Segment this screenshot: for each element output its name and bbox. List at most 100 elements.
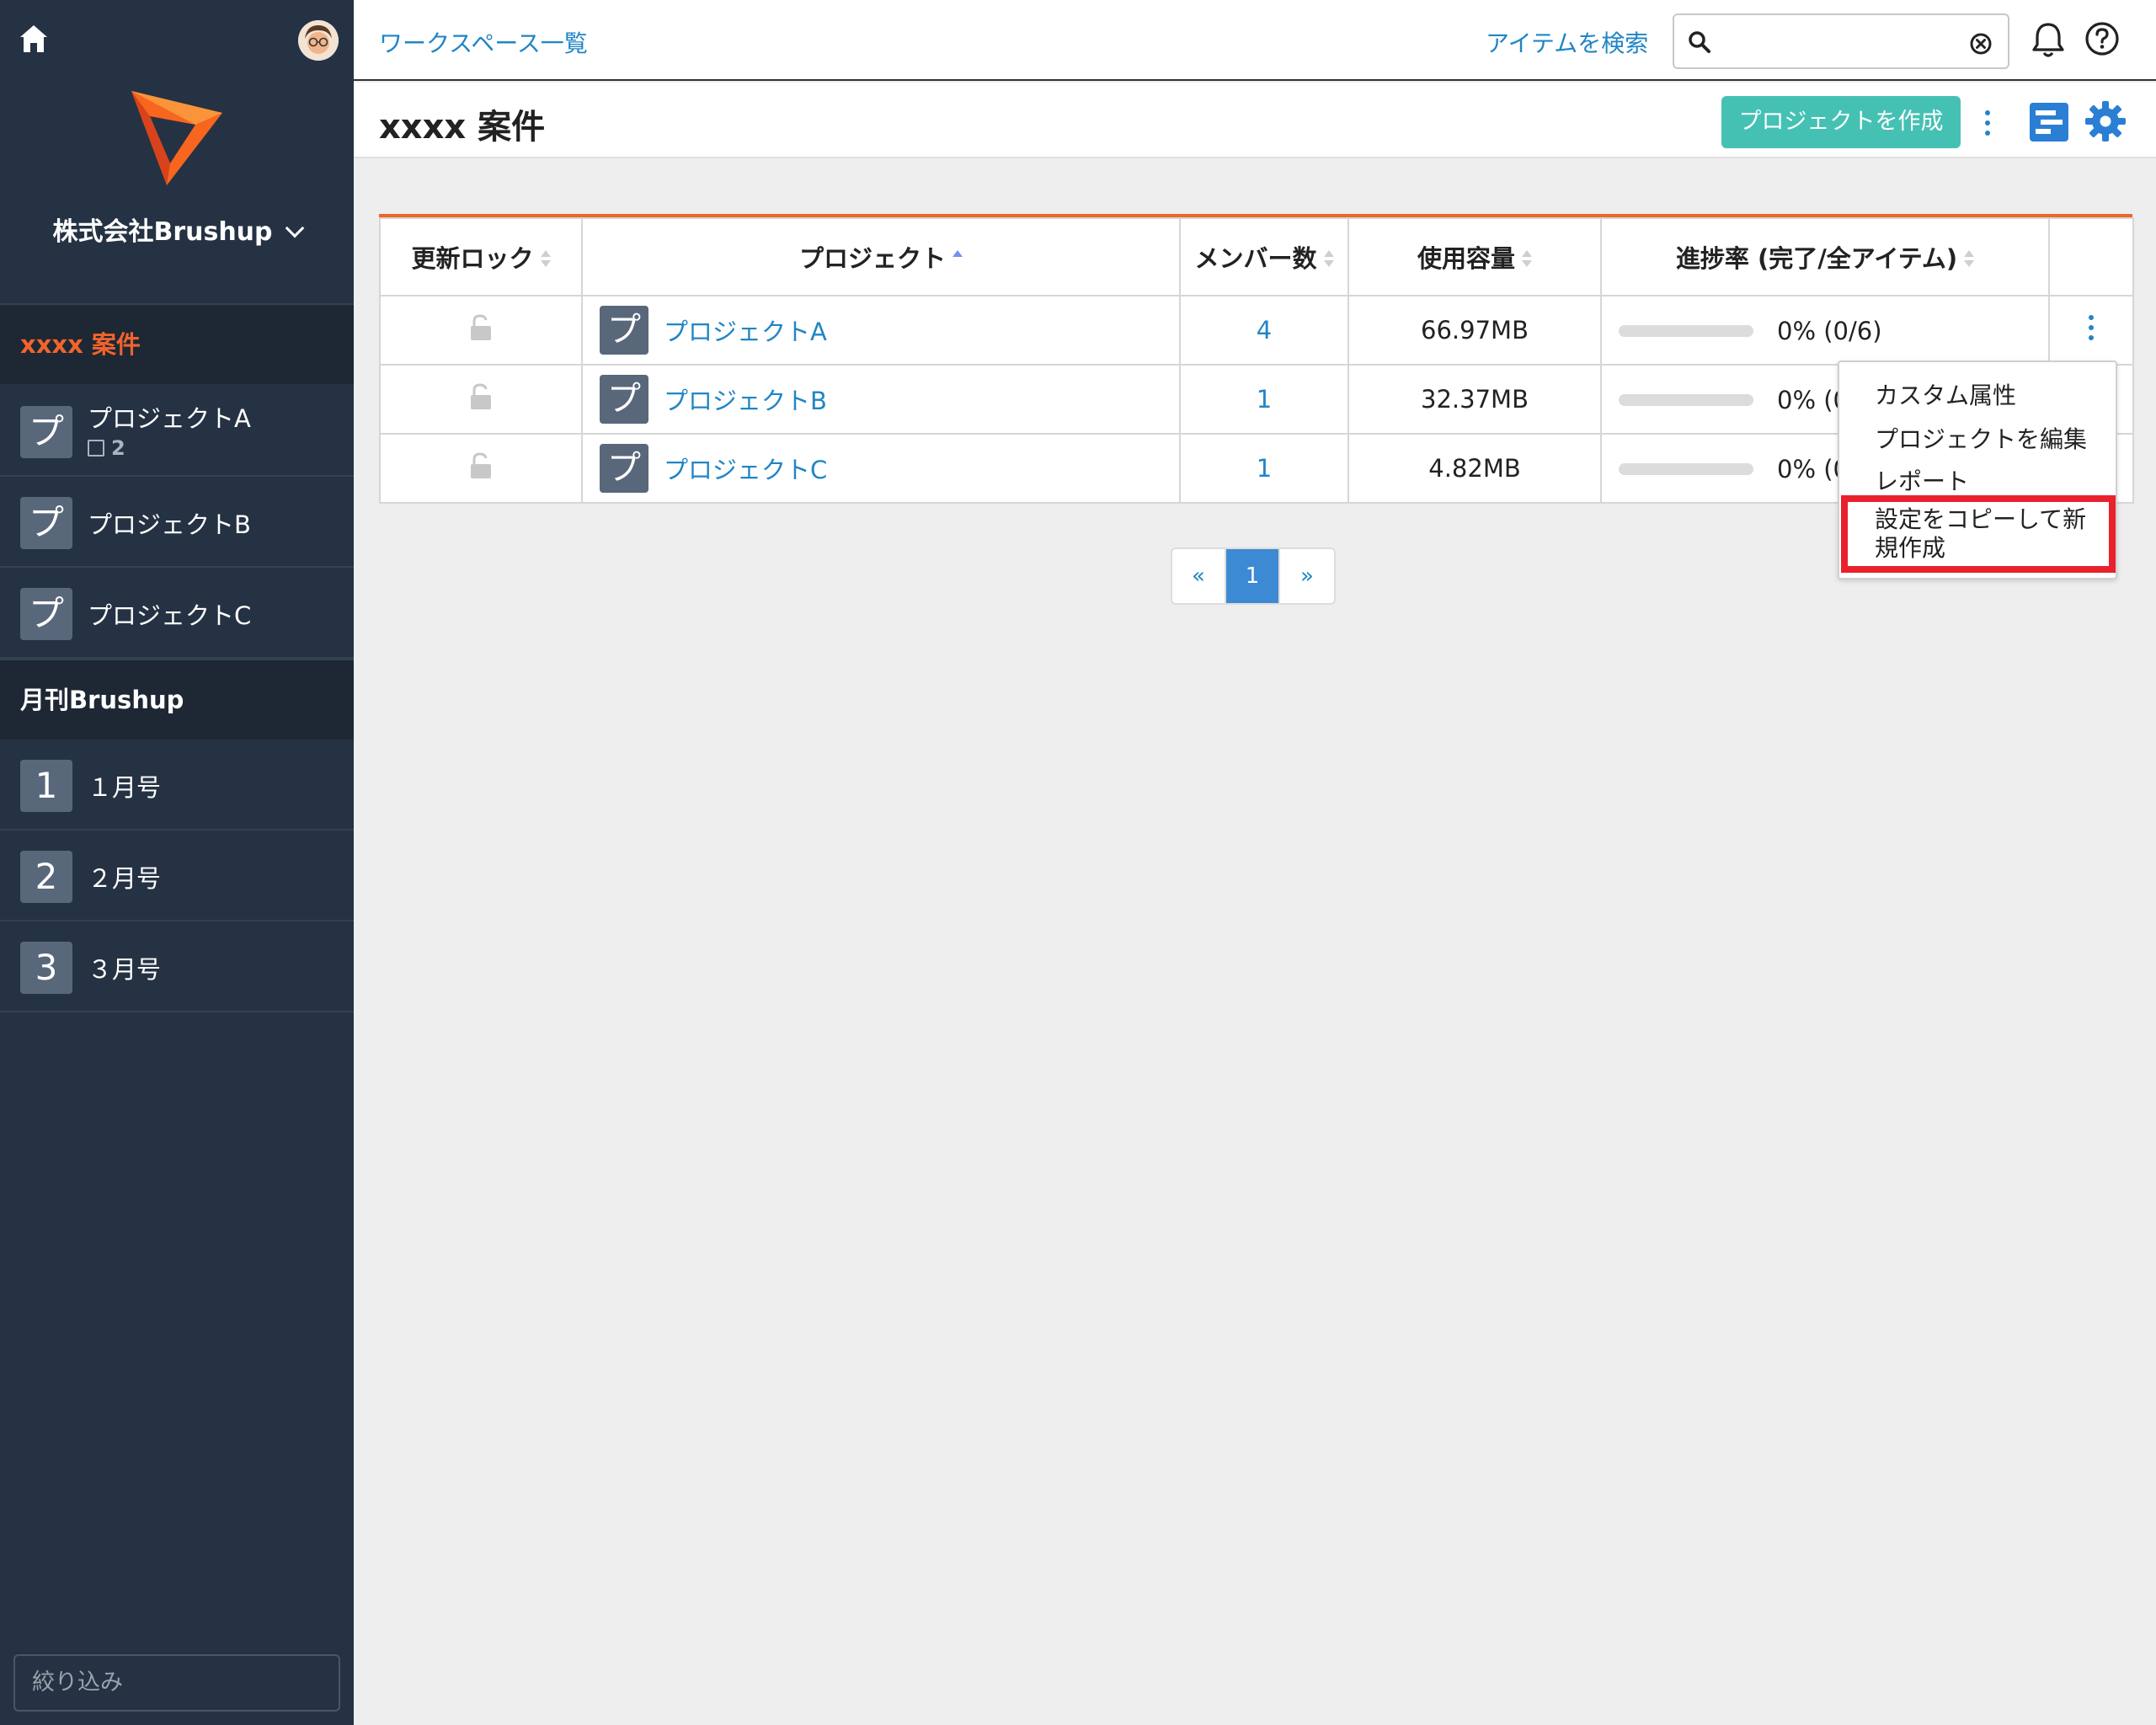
usage-cell: 4.82MB [1348,433,1602,504]
menu-item-copy-settings-line-1: 設定をコピーして新 [1875,505,2087,533]
pagination-prev[interactable]: « [1172,549,1226,603]
members-cell: 1 [1179,364,1349,435]
table-header-row: 更新ロック プロジェクト メンバー数 使用容量 進捗率 (完了/全アイテム) [379,217,2134,296]
menu-item-copy-settings[interactable]: 設定をコピーして新 規作成 [1841,495,2116,573]
sidebar-item-project-a[interactable]: プ プロジェクトA 2 [0,386,354,477]
project-badge: プ [600,444,648,493]
workspace-list-link[interactable]: ワークスペース一覧 [379,25,588,59]
members-link[interactable]: 4 [1257,316,1272,344]
members-cell: 1 [1179,433,1349,504]
more-vertical-icon[interactable] [1979,108,1996,138]
avatar[interactable] [298,20,339,61]
sidebar-item-label: ２月号 [88,864,162,893]
project-badge: プ [20,497,72,549]
project-badge: プ [600,306,648,355]
sidebar-item-label: １月号 [88,773,162,802]
actions-cell [2048,295,2134,366]
page-header: xxxx 案件 プロジェクトを作成 [354,83,2156,158]
lock-cell [379,295,583,366]
members-link[interactable]: 1 [1257,385,1272,414]
sidebar-item-label: プロジェクトB [88,510,251,539]
unlock-icon[interactable] [469,451,493,480]
sidebar-item-count: 2 [88,436,125,460]
chevron-down-icon [285,218,304,238]
unlock-icon[interactable] [469,313,493,342]
column-header-project[interactable]: プロジェクト [581,217,1181,296]
project-badge: プ [20,588,72,640]
project-cell: ププロジェクトA [581,295,1181,366]
more-vertical-icon[interactable] [2087,313,2095,342]
bell-icon[interactable] [2030,20,2067,59]
pagination-current[interactable]: 1 [1226,549,1280,603]
unlock-icon[interactable] [469,382,493,411]
menu-item-copy-settings-line-2: 規作成 [1875,534,1946,562]
sort-icon [1964,250,1975,269]
lock-cell [379,433,583,504]
sort-asc-icon [953,250,963,269]
project-badge: プ [20,406,72,458]
sidebar-item-jan[interactable]: 1 １月号 [0,740,354,830]
project-link[interactable]: プロジェクトA [664,318,827,346]
members-link[interactable]: 1 [1257,454,1272,483]
table-row: ププロジェクトA 4 66.97MB 0% (0/6) [379,295,2134,366]
brushup-logo [131,91,222,185]
search-icon [1689,31,1710,53]
sidebar-item-label: ３月号 [88,955,162,984]
sidebar-filter-input[interactable]: 絞り込み [13,1654,340,1712]
pagination: « 1 » [1171,547,1336,605]
menu-item-edit-project[interactable]: プロジェクトを編集 [1875,421,2087,455]
project-cell: ププロジェクトB [581,364,1181,435]
sidebar: 株式会社Brushup xxxx 案件 プ プロジェクトA 2 プ プロジェクト… [0,0,354,1725]
search-input[interactable] [1673,13,2009,69]
clear-icon[interactable] [1969,32,1993,56]
sidebar-item-label: プロジェクトC [88,601,252,630]
org-switcher[interactable]: 株式会社Brushup [0,211,354,248]
column-header-progress[interactable]: 進捗率 (完了/全アイテム) [1600,217,2050,296]
progress-cell: 0% (0/6) [1600,295,2050,366]
gear-icon[interactable] [2084,99,2127,143]
sidebar-item-label: プロジェクトA [88,404,251,433]
sort-icon [1522,250,1532,269]
org-name: 株式会社Brushup [52,217,273,247]
column-header-actions [2048,217,2134,296]
create-project-button[interactable]: プロジェクトを作成 [1721,96,1961,148]
sort-icon [540,250,551,269]
item-search-link[interactable]: アイテムを検索 [1486,25,1648,59]
lock-cell [379,364,583,435]
project-badge: プ [600,375,648,424]
project-badge: 2 [20,851,72,903]
checkbox-icon [88,440,104,457]
sidebar-item-mar[interactable]: 3 ３月号 [0,921,354,1012]
sidebar-section-magazine[interactable]: 月刊Brushup [0,659,354,740]
top-bar: ワークスペース一覧 アイテムを検索 [354,0,2156,81]
sidebar-item-project-c[interactable]: プ プロジェクトC [0,568,354,659]
gantt-chart-icon[interactable] [2030,103,2068,142]
column-header-members[interactable]: メンバー数 [1179,217,1349,296]
sidebar-header: 株式会社Brushup [0,0,354,303]
sidebar-section-workspace[interactable]: xxxx 案件 [0,303,354,384]
progress-bar [1619,394,1753,406]
sort-icon [1323,250,1334,269]
column-header-usage[interactable]: 使用容量 [1348,217,1602,296]
project-link[interactable]: プロジェクトB [664,387,827,415]
progress-bar [1619,325,1753,337]
menu-item-report[interactable]: レポート [1875,463,1969,497]
menu-item-custom-attributes[interactable]: カスタム属性 [1875,377,2016,411]
page-title: xxxx 案件 [379,108,546,147]
project-cell: ププロジェクトC [581,433,1181,504]
sidebar-item-feb[interactable]: 2 ２月号 [0,830,354,921]
usage-cell: 66.97MB [1348,295,1602,366]
row-actions-menu: カスタム属性 プロジェクトを編集 レポート 設定をコピーして新 規作成 [1838,360,2117,579]
project-badge: 1 [20,760,72,812]
pagination-next[interactable]: » [1280,549,1334,603]
progress-text: 0% (0/6) [1777,317,1882,345]
column-header-lock[interactable]: 更新ロック [379,217,583,296]
members-cell: 4 [1179,295,1349,366]
sidebar-item-project-b[interactable]: プ プロジェクトB [0,477,354,568]
progress-bar [1619,463,1753,475]
usage-cell: 32.37MB [1348,364,1602,435]
project-badge: 3 [20,942,72,994]
help-icon[interactable] [2084,20,2121,57]
project-link[interactable]: プロジェクトC [664,456,827,484]
home-icon[interactable] [17,22,51,56]
